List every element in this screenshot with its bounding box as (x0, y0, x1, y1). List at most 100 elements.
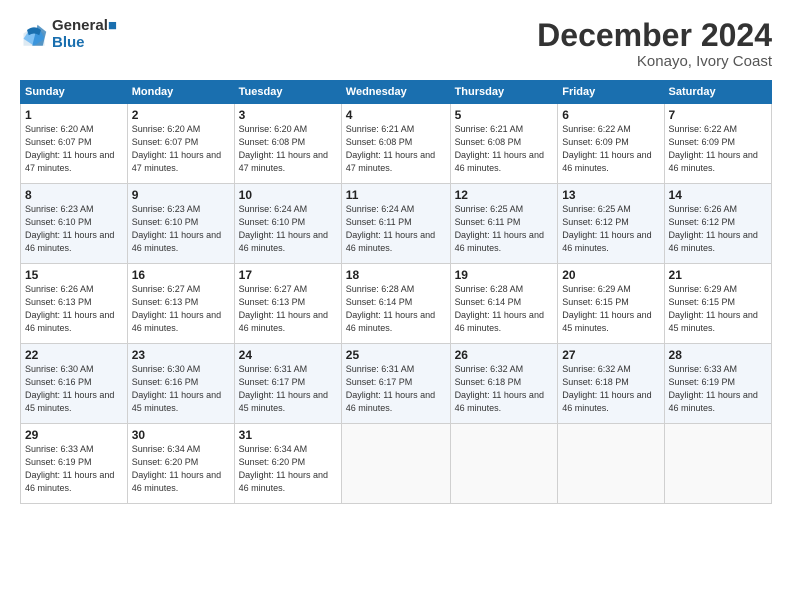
location-title: Konayo, Ivory Coast (537, 53, 772, 70)
day-number: 14 (669, 188, 767, 202)
weekday-header-sunday: Sunday (21, 81, 128, 104)
calendar-cell: 7Sunrise: 6:22 AMSunset: 6:09 PMDaylight… (664, 104, 771, 184)
calendar-cell: 23Sunrise: 6:30 AMSunset: 6:16 PMDayligh… (127, 344, 234, 424)
calendar-cell: 17Sunrise: 6:27 AMSunset: 6:13 PMDayligh… (234, 264, 341, 344)
day-number: 7 (669, 108, 767, 122)
calendar-cell (450, 424, 558, 504)
day-info: Sunrise: 6:25 AMSunset: 6:11 PMDaylight:… (455, 203, 554, 255)
day-info: Sunrise: 6:28 AMSunset: 6:14 PMDaylight:… (455, 283, 554, 335)
day-number: 4 (346, 108, 446, 122)
calendar-cell (341, 424, 450, 504)
day-number: 15 (25, 268, 123, 282)
calendar-cell: 25Sunrise: 6:31 AMSunset: 6:17 PMDayligh… (341, 344, 450, 424)
day-number: 2 (132, 108, 230, 122)
calendar-cell (664, 424, 771, 504)
day-info: Sunrise: 6:22 AMSunset: 6:09 PMDaylight:… (669, 123, 767, 175)
day-info: Sunrise: 6:28 AMSunset: 6:14 PMDaylight:… (346, 283, 446, 335)
day-number: 8 (25, 188, 123, 202)
weekday-header-saturday: Saturday (664, 81, 771, 104)
day-number: 18 (346, 268, 446, 282)
day-number: 1 (25, 108, 123, 122)
calendar-cell: 28Sunrise: 6:33 AMSunset: 6:19 PMDayligh… (664, 344, 771, 424)
weekday-header-tuesday: Tuesday (234, 81, 341, 104)
day-info: Sunrise: 6:33 AMSunset: 6:19 PMDaylight:… (25, 443, 123, 495)
calendar-cell: 12Sunrise: 6:25 AMSunset: 6:11 PMDayligh… (450, 184, 558, 264)
day-info: Sunrise: 6:32 AMSunset: 6:18 PMDaylight:… (455, 363, 554, 415)
weekday-header-thursday: Thursday (450, 81, 558, 104)
calendar-cell: 31Sunrise: 6:34 AMSunset: 6:20 PMDayligh… (234, 424, 341, 504)
calendar-cell: 6Sunrise: 6:22 AMSunset: 6:09 PMDaylight… (558, 104, 664, 184)
day-number: 6 (562, 108, 659, 122)
weekday-header-wednesday: Wednesday (341, 81, 450, 104)
calendar-cell: 1Sunrise: 6:20 AMSunset: 6:07 PMDaylight… (21, 104, 128, 184)
calendar-cell: 10Sunrise: 6:24 AMSunset: 6:10 PMDayligh… (234, 184, 341, 264)
day-number: 9 (132, 188, 230, 202)
day-info: Sunrise: 6:34 AMSunset: 6:20 PMDaylight:… (132, 443, 230, 495)
day-info: Sunrise: 6:27 AMSunset: 6:13 PMDaylight:… (239, 283, 337, 335)
day-number: 19 (455, 268, 554, 282)
day-info: Sunrise: 6:31 AMSunset: 6:17 PMDaylight:… (346, 363, 446, 415)
title-block: December 2024 Konayo, Ivory Coast (537, 18, 772, 70)
day-info: Sunrise: 6:30 AMSunset: 6:16 PMDaylight:… (25, 363, 123, 415)
day-number: 29 (25, 428, 123, 442)
calendar-cell: 14Sunrise: 6:26 AMSunset: 6:12 PMDayligh… (664, 184, 771, 264)
day-info: Sunrise: 6:32 AMSunset: 6:18 PMDaylight:… (562, 363, 659, 415)
calendar-cell: 3Sunrise: 6:20 AMSunset: 6:08 PMDaylight… (234, 104, 341, 184)
calendar-cell: 30Sunrise: 6:34 AMSunset: 6:20 PMDayligh… (127, 424, 234, 504)
day-number: 26 (455, 348, 554, 362)
day-info: Sunrise: 6:21 AMSunset: 6:08 PMDaylight:… (455, 123, 554, 175)
calendar-cell: 5Sunrise: 6:21 AMSunset: 6:08 PMDaylight… (450, 104, 558, 184)
weekday-header-monday: Monday (127, 81, 234, 104)
day-number: 22 (25, 348, 123, 362)
day-info: Sunrise: 6:29 AMSunset: 6:15 PMDaylight:… (562, 283, 659, 335)
calendar-cell: 24Sunrise: 6:31 AMSunset: 6:17 PMDayligh… (234, 344, 341, 424)
calendar-cell: 16Sunrise: 6:27 AMSunset: 6:13 PMDayligh… (127, 264, 234, 344)
calendar-cell: 2Sunrise: 6:20 AMSunset: 6:07 PMDaylight… (127, 104, 234, 184)
day-number: 23 (132, 348, 230, 362)
logo-icon (20, 23, 48, 51)
calendar-cell: 4Sunrise: 6:21 AMSunset: 6:08 PMDaylight… (341, 104, 450, 184)
day-number: 11 (346, 188, 446, 202)
calendar-cell: 15Sunrise: 6:26 AMSunset: 6:13 PMDayligh… (21, 264, 128, 344)
day-info: Sunrise: 6:22 AMSunset: 6:09 PMDaylight:… (562, 123, 659, 175)
day-number: 16 (132, 268, 230, 282)
day-info: Sunrise: 6:20 AMSunset: 6:07 PMDaylight:… (25, 123, 123, 175)
logo-text: General■ Blue (52, 18, 117, 51)
calendar-cell: 11Sunrise: 6:24 AMSunset: 6:11 PMDayligh… (341, 184, 450, 264)
day-number: 24 (239, 348, 337, 362)
calendar-cell: 27Sunrise: 6:32 AMSunset: 6:18 PMDayligh… (558, 344, 664, 424)
calendar-cell: 22Sunrise: 6:30 AMSunset: 6:16 PMDayligh… (21, 344, 128, 424)
day-info: Sunrise: 6:29 AMSunset: 6:15 PMDaylight:… (669, 283, 767, 335)
day-info: Sunrise: 6:24 AMSunset: 6:10 PMDaylight:… (239, 203, 337, 255)
logo: General■ Blue (20, 18, 117, 51)
calendar-cell: 9Sunrise: 6:23 AMSunset: 6:10 PMDaylight… (127, 184, 234, 264)
day-info: Sunrise: 6:26 AMSunset: 6:13 PMDaylight:… (25, 283, 123, 335)
day-number: 10 (239, 188, 337, 202)
header: General■ Blue December 2024 Konayo, Ivor… (20, 18, 772, 70)
day-number: 17 (239, 268, 337, 282)
page: General■ Blue December 2024 Konayo, Ivor… (0, 0, 792, 612)
day-info: Sunrise: 6:31 AMSunset: 6:17 PMDaylight:… (239, 363, 337, 415)
day-number: 28 (669, 348, 767, 362)
calendar-cell: 19Sunrise: 6:28 AMSunset: 6:14 PMDayligh… (450, 264, 558, 344)
day-info: Sunrise: 6:24 AMSunset: 6:11 PMDaylight:… (346, 203, 446, 255)
day-number: 30 (132, 428, 230, 442)
day-info: Sunrise: 6:34 AMSunset: 6:20 PMDaylight:… (239, 443, 337, 495)
calendar-cell: 8Sunrise: 6:23 AMSunset: 6:10 PMDaylight… (21, 184, 128, 264)
calendar-cell: 18Sunrise: 6:28 AMSunset: 6:14 PMDayligh… (341, 264, 450, 344)
day-number: 13 (562, 188, 659, 202)
day-info: Sunrise: 6:33 AMSunset: 6:19 PMDaylight:… (669, 363, 767, 415)
month-title: December 2024 (537, 18, 772, 53)
calendar-cell: 29Sunrise: 6:33 AMSunset: 6:19 PMDayligh… (21, 424, 128, 504)
calendar-cell: 26Sunrise: 6:32 AMSunset: 6:18 PMDayligh… (450, 344, 558, 424)
calendar-cell (558, 424, 664, 504)
weekday-header-friday: Friday (558, 81, 664, 104)
day-info: Sunrise: 6:23 AMSunset: 6:10 PMDaylight:… (25, 203, 123, 255)
day-info: Sunrise: 6:25 AMSunset: 6:12 PMDaylight:… (562, 203, 659, 255)
calendar-cell: 13Sunrise: 6:25 AMSunset: 6:12 PMDayligh… (558, 184, 664, 264)
day-number: 5 (455, 108, 554, 122)
day-info: Sunrise: 6:20 AMSunset: 6:07 PMDaylight:… (132, 123, 230, 175)
day-info: Sunrise: 6:27 AMSunset: 6:13 PMDaylight:… (132, 283, 230, 335)
day-info: Sunrise: 6:23 AMSunset: 6:10 PMDaylight:… (132, 203, 230, 255)
day-number: 21 (669, 268, 767, 282)
